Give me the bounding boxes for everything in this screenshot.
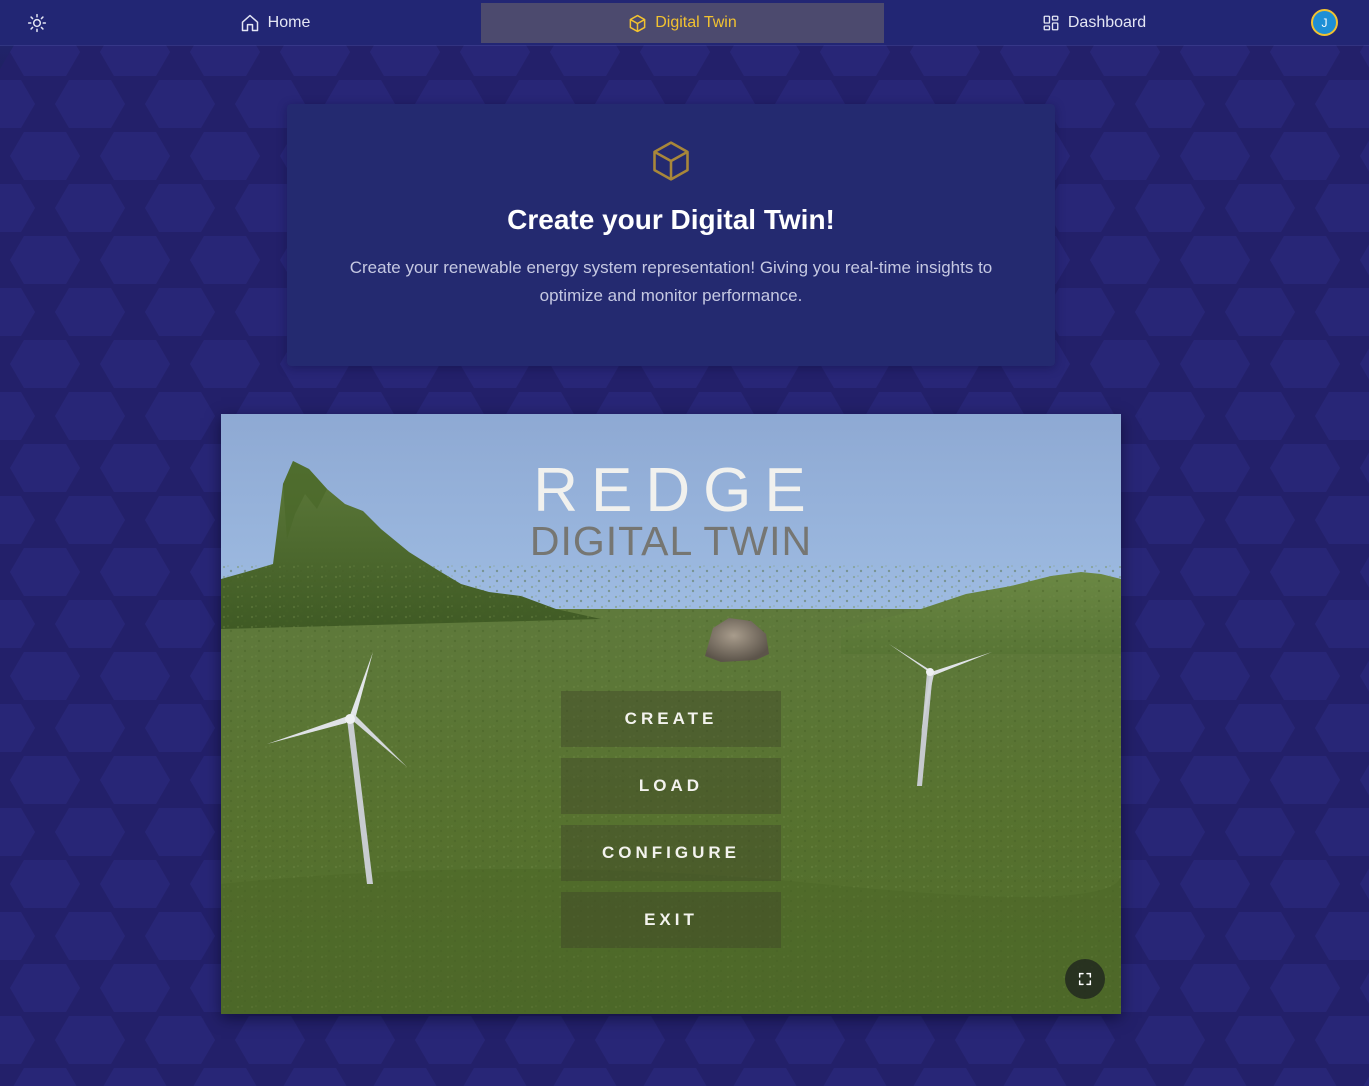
theme-toggle-button[interactable] [24, 10, 50, 36]
fullscreen-button[interactable] [1065, 959, 1105, 999]
nav-home[interactable]: Home [226, 3, 324, 43]
nav-home-label: Home [267, 14, 311, 31]
cube-icon [653, 141, 689, 181]
dashboard-grid-icon [1043, 15, 1059, 31]
digital-twin-viewport[interactable]: REDGE DIGITAL TWIN CREATE LOAD CONFIGURE… [221, 414, 1121, 1014]
cube-icon [629, 14, 646, 32]
hero-card: Create your Digital Twin! Create your re… [287, 104, 1055, 366]
page-description: Create your renewable energy system repr… [349, 258, 993, 305]
exit-button[interactable]: EXIT [561, 892, 781, 948]
nav-digital-twin-label: Digital Twin [655, 14, 737, 31]
page-title: Create your Digital Twin! [507, 204, 835, 235]
create-button[interactable]: CREATE [561, 691, 781, 747]
nav-digital-twin[interactable]: Digital Twin [481, 3, 884, 43]
nav-dashboard-label: Dashboard [1067, 14, 1147, 31]
top-navbar: Home Digital Twin Dashboard J [0, 0, 1369, 45]
sun-icon [27, 13, 47, 33]
game-title: REDGE [533, 456, 819, 525]
nav-dashboard[interactable]: Dashboard [1030, 3, 1158, 43]
user-avatar[interactable]: J [1311, 9, 1338, 36]
fullscreen-icon [1078, 972, 1092, 986]
avatar-initial: J [1321, 15, 1328, 30]
load-button[interactable]: LOAD [561, 758, 781, 814]
home-icon [241, 14, 258, 32]
game-subtitle: DIGITAL TWIN [529, 518, 813, 564]
configure-button[interactable]: CONFIGURE [561, 825, 781, 881]
